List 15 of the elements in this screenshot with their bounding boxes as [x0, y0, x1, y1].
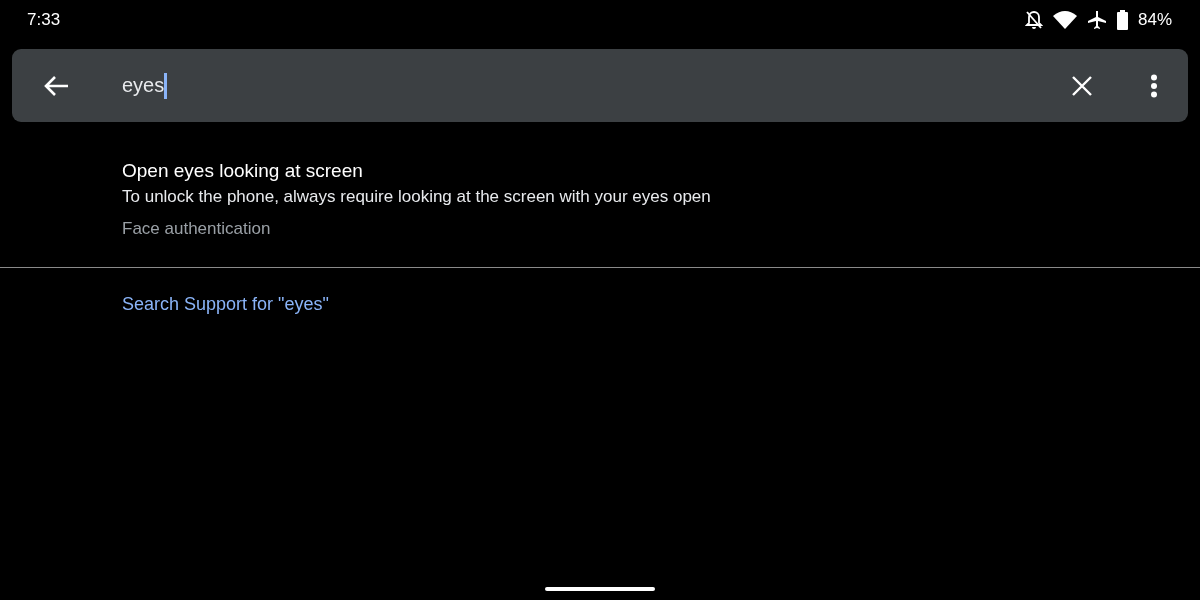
search-field[interactable]: eyes [122, 72, 1066, 99]
more-vertical-icon [1150, 73, 1158, 98]
status-time: 7:33 [27, 10, 62, 30]
close-icon [1072, 75, 1092, 96]
airplane-icon [1086, 10, 1107, 30]
battery-percentage: 84% [1137, 10, 1172, 30]
result-summary: To unlock the phone, always require looking at the screen with your eyes open [122, 187, 711, 207]
result-category: Face authentication [122, 219, 271, 239]
back-arrow-icon [43, 74, 69, 97]
result-title[interactable]: Open eyes looking at screen [122, 160, 363, 182]
search-support-link[interactable]: Search Support for "eyes" [122, 294, 329, 315]
bell-off-icon [1024, 10, 1043, 30]
wifi-icon [1052, 11, 1077, 29]
battery-icon [1116, 10, 1128, 30]
navigation-handle[interactable] [545, 587, 655, 591]
